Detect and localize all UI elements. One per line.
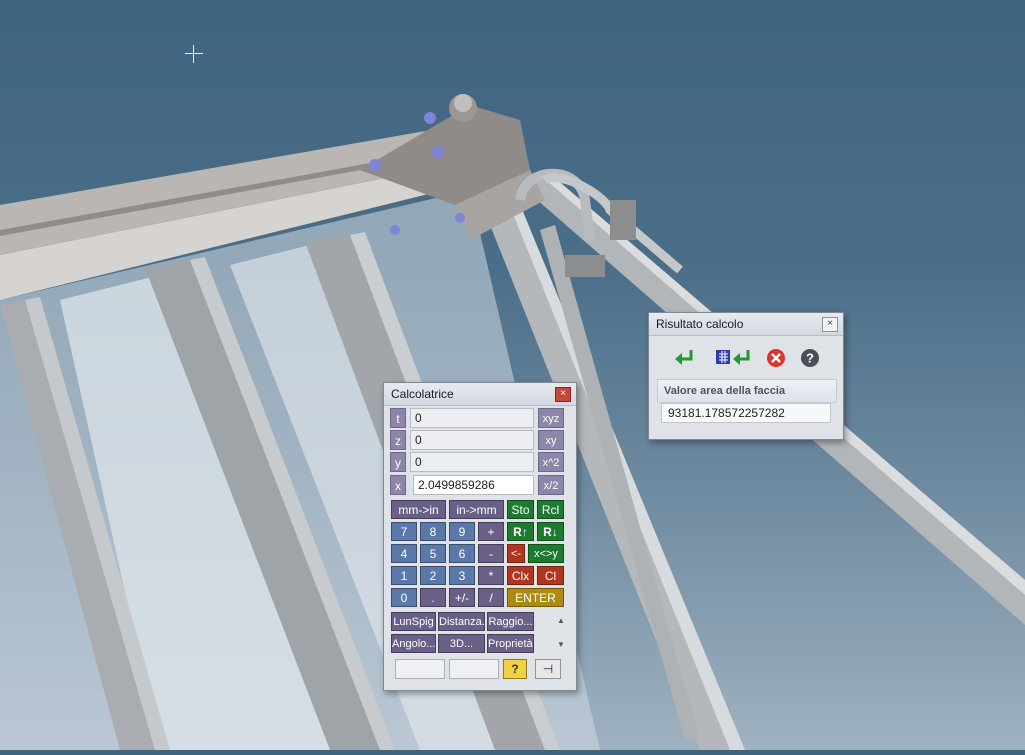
key-3-button[interactable]: 3	[449, 566, 475, 585]
backspace-button[interactable]: <-	[507, 544, 525, 563]
register-x-field[interactable]: 2.0499859286	[413, 475, 534, 495]
calculator-close-icon[interactable]: ×	[555, 387, 571, 402]
roll-up-button[interactable]: R↑	[507, 522, 534, 541]
xyz-button[interactable]: xyz	[538, 408, 564, 428]
recall-button[interactable]: Rcl	[537, 500, 564, 519]
key-7-button[interactable]: 7	[391, 522, 417, 541]
register-z-label: z	[390, 430, 406, 450]
result-titlebar[interactable]: Risultato calcolo ×	[649, 313, 843, 336]
result-title: Risultato calcolo	[656, 317, 744, 331]
mm-to-in-button[interactable]: mm->in	[391, 500, 446, 519]
pin-icon[interactable]: ⊣	[535, 659, 561, 679]
x-half-button[interactable]: x/2	[538, 475, 564, 495]
roll-down-button[interactable]: R↓	[537, 522, 564, 541]
register-z-field[interactable]: 0	[410, 430, 534, 450]
radius-button[interactable]: Raggio...	[487, 612, 534, 631]
distance-button[interactable]: Distanza..	[438, 612, 485, 631]
memory-slot-2[interactable]	[449, 659, 499, 679]
register-t-label: t	[390, 408, 406, 428]
key-2-button[interactable]: 2	[420, 566, 446, 585]
key-1-button[interactable]: 1	[391, 566, 417, 585]
multiply-button[interactable]: *	[478, 566, 504, 585]
memory-slot-1[interactable]	[395, 659, 445, 679]
key-5-button[interactable]: 5	[420, 544, 446, 563]
svg-text:?: ?	[806, 351, 814, 366]
result-toolbar: ?	[657, 344, 835, 374]
result-value-field[interactable]: 93181.178572257282	[661, 403, 831, 423]
key-6-button[interactable]: 6	[449, 544, 475, 563]
cancel-icon[interactable]	[763, 347, 789, 371]
xy-button[interactable]: xy	[538, 430, 564, 450]
minus-button[interactable]: -	[478, 544, 504, 563]
register-y-field[interactable]: 0	[410, 452, 534, 472]
result-dialog: Risultato calcolo × ? Valore area della …	[648, 312, 844, 440]
scroll-down-icon[interactable]: ▼	[555, 640, 567, 650]
angle-button[interactable]: Angolo...	[391, 634, 436, 653]
clear-x-button[interactable]: Clx	[507, 566, 534, 585]
register-y-row: y 0 x^2	[389, 452, 571, 472]
key-9-button[interactable]: 9	[449, 522, 475, 541]
clear-all-button[interactable]: Cl	[537, 566, 564, 585]
decimal-point-button[interactable]: .	[420, 588, 446, 607]
section-title: Valore area della faccia	[657, 379, 837, 403]
properties-button[interactable]: Proprietà...	[487, 634, 534, 653]
scroll-up-icon[interactable]: ▲	[555, 616, 567, 626]
plus-button[interactable]: +	[478, 522, 504, 541]
swap-xy-button[interactable]: x<>y	[528, 544, 564, 563]
enter-button[interactable]: ENTER	[507, 588, 564, 607]
calculator-title: Calcolatrice	[391, 387, 454, 401]
divide-button[interactable]: /	[478, 588, 504, 607]
calculator-dialog: Calcolatrice × t 0 xyz z 0 xy y 0 x^2 x …	[383, 382, 577, 691]
result-close-icon[interactable]: ×	[822, 317, 838, 332]
register-y-label: y	[390, 452, 406, 472]
store-button[interactable]: Sto	[507, 500, 534, 519]
register-x-row: x 2.0499859286 x/2	[389, 475, 571, 495]
calculator-titlebar[interactable]: Calcolatrice ×	[384, 383, 576, 406]
x-squared-button[interactable]: x^2	[538, 452, 564, 472]
return-arrow-icon[interactable]	[671, 347, 697, 371]
key-0-button[interactable]: 0	[391, 588, 417, 607]
help-icon[interactable]: ?	[797, 347, 823, 371]
in-to-mm-button[interactable]: in->mm	[449, 500, 504, 519]
3d-button[interactable]: 3D...	[438, 634, 485, 653]
key-4-button[interactable]: 4	[391, 544, 417, 563]
crosshair-cursor-icon	[185, 45, 203, 63]
table-return-icon[interactable]	[713, 347, 753, 371]
key-8-button[interactable]: 8	[420, 522, 446, 541]
register-z-row: z 0 xy	[389, 430, 571, 450]
register-t-field[interactable]: 0	[410, 408, 534, 428]
change-sign-button[interactable]: +/-	[449, 588, 475, 607]
help-icon[interactable]: ?	[503, 659, 527, 679]
register-t-row: t 0 xyz	[389, 408, 571, 428]
edge-length-button[interactable]: LunSpig	[391, 612, 436, 631]
register-x-label: x	[390, 475, 406, 495]
